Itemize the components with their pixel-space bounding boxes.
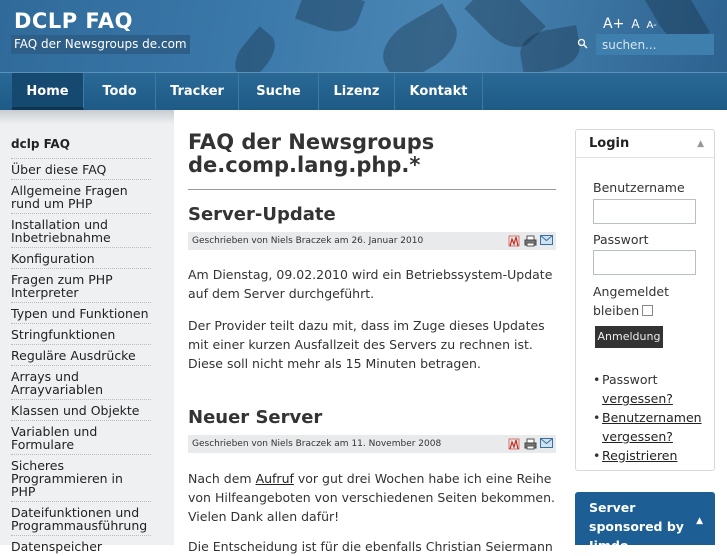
sidebar-item[interactable]: Stringfunktionen <box>11 323 151 344</box>
nav-item-lizenz[interactable]: Lizenz <box>319 73 395 110</box>
site-subtitle: FAQ der Newsgroups de.com <box>11 35 190 54</box>
post-title[interactable]: Neuer Server <box>188 407 322 428</box>
nav-item-suche[interactable]: Suche <box>239 73 319 110</box>
password-field[interactable] <box>593 250 696 275</box>
page-title: FAQ der Newsgroups de.comp.lang.php.* <box>188 130 435 177</box>
nav-item-kontakt[interactable]: Kontakt <box>395 73 483 110</box>
username-field[interactable] <box>593 199 696 224</box>
post-meta: Geschrieben von Niels Braczek am 26. Jan… <box>188 232 556 250</box>
sidebar-item[interactable]: Konfiguration <box>11 247 151 268</box>
title-divider <box>188 189 556 190</box>
aufruf-link[interactable]: Aufruf <box>256 471 294 486</box>
sponsor-text: Server sponsored by Jimdo <box>589 500 684 553</box>
pdf-icon[interactable] <box>508 438 520 450</box>
sidebar-item[interactable]: Datenspeicher <box>11 535 151 556</box>
sidebar-item[interactable]: Über diese FAQ <box>11 158 151 179</box>
nav-item-todo[interactable]: Todo <box>84 73 156 110</box>
post-author-date: Geschrieben von Niels Braczek am 26. Jan… <box>192 236 424 246</box>
remember-label: Angemeldet <box>593 284 669 299</box>
nav-item-tracker[interactable]: Tracker <box>156 73 239 110</box>
font-size-controls: A+ A A- <box>603 16 657 32</box>
search-input[interactable] <box>596 34 714 55</box>
forgot-password-text: Passwort <box>602 372 658 387</box>
list-item: Benutzernamen vergessen? <box>593 408 705 446</box>
username-label: Benutzername <box>593 180 685 195</box>
sidebar-item[interactable]: Sicheres Programmieren in PHP <box>11 454 151 501</box>
forgot-password-link[interactable]: vergessen? <box>602 391 673 406</box>
sidebar-title: dclp FAQ <box>11 137 70 151</box>
chevron-up-icon[interactable]: ▲ <box>696 512 703 531</box>
sidebar-item[interactable]: Typen und Funktionen <box>11 302 151 323</box>
search-icon <box>577 38 588 49</box>
email-icon[interactable] <box>540 235 553 247</box>
print-icon[interactable] <box>524 438 537 450</box>
sidebar-item[interactable]: Dateifunktionen und Programmausführung <box>11 501 151 535</box>
main-nav: Home Todo Tracker Suche Lizenz Kontakt <box>0 72 727 110</box>
nav-item-home[interactable]: Home <box>12 73 84 110</box>
list-item: Passwort vergessen? <box>593 370 705 408</box>
post-paragraph: Der Provider teilt dazu mit, dass im Zug… <box>188 318 545 371</box>
forgot-username-link[interactable]: Benutzernamen vergessen? <box>602 410 702 444</box>
register-link[interactable]: Registrieren <box>602 448 677 463</box>
header-decoration <box>294 0 366 40</box>
sidebar-item[interactable]: Allgemeine Fragen rund um PHP <box>11 179 151 213</box>
post-paragraph: Die Entscheidung ist für die ebenfalls C… <box>188 539 553 554</box>
password-label: Passwort <box>593 232 649 247</box>
sidebar-item[interactable]: Reguläre Ausdrücke <box>11 344 151 365</box>
login-links: Passwort vergessen? Benutzernamen verges… <box>593 370 705 465</box>
sidebar-menu: Über diese FAQ Allgemeine Fragen rund um… <box>11 158 151 556</box>
sidebar-item[interactable]: Arrays und Arrayvariablen <box>11 365 151 399</box>
remember-label: bleiben <box>593 303 640 318</box>
post-paragraph: Am Dienstag, 09.02.2010 wird ein Betrieb… <box>188 267 553 301</box>
login-button[interactable]: Anmeldung <box>595 326 663 348</box>
email-icon[interactable] <box>540 438 553 450</box>
sidebar-item[interactable]: Fragen zum PHP Interpreter <box>11 268 151 302</box>
login-header[interactable]: Login ▲ <box>576 130 714 158</box>
sidebar-item[interactable]: Variablen und Formulare <box>11 420 151 454</box>
sidebar-item[interactable]: Installation und Inbetriebnahme <box>11 213 151 247</box>
font-decrease-button[interactable]: A- <box>647 20 657 31</box>
site-header: DCLP FAQ FAQ der Newsgroups de.com A+ A … <box>0 0 727 72</box>
remember-checkbox[interactable] <box>642 305 653 316</box>
header-decoration <box>227 26 283 72</box>
chevron-up-icon[interactable]: ▲ <box>697 130 704 158</box>
font-reset-button[interactable]: A <box>631 17 639 31</box>
header-decoration <box>372 3 468 72</box>
font-increase-button[interactable]: A+ <box>603 16 624 32</box>
sidebar-shade <box>0 110 174 124</box>
login-title: Login <box>589 136 630 151</box>
post-author-date: Geschrieben von Niels Braczek am 11. Nov… <box>192 439 442 449</box>
post-paragraph: Nach dem Aufruf vor gut drei Wochen habe… <box>188 469 556 526</box>
sidebar-item[interactable]: Klassen und Objekte <box>11 399 151 420</box>
site-title[interactable]: DCLP FAQ <box>14 9 133 33</box>
sponsor-panel[interactable]: Server sponsored by Jimdo ▲ <box>575 492 715 553</box>
post-text: Nach dem <box>188 471 256 486</box>
list-item: Registrieren <box>593 446 705 465</box>
print-icon[interactable] <box>524 235 537 247</box>
post-meta: Geschrieben von Niels Braczek am 11. Nov… <box>188 435 556 453</box>
post-title[interactable]: Server-Update <box>188 204 336 225</box>
pdf-icon[interactable] <box>508 235 520 247</box>
